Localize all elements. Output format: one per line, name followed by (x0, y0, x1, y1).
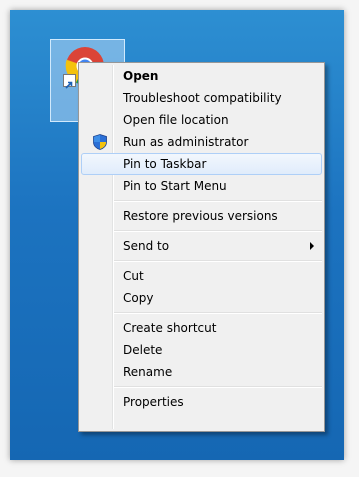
menu-item-label: Send to (123, 239, 170, 253)
desktop: Go Ch Open Troubleshoot compatibility Op… (10, 10, 344, 460)
menu-item-rename[interactable]: Rename (81, 361, 322, 383)
menu-item-copy[interactable]: Copy (81, 287, 322, 309)
menu-item-open-file-location[interactable]: Open file location (81, 109, 322, 131)
menu-item-label: Rename (123, 365, 173, 379)
menu-item-open[interactable]: Open (81, 65, 322, 87)
menu-item-restore-previous-versions[interactable]: Restore previous versions (81, 205, 322, 227)
menu-item-create-shortcut[interactable]: Create shortcut (81, 317, 322, 339)
menu-item-label: Pin to Taskbar (123, 157, 207, 171)
menu-item-troubleshoot-compatibility[interactable]: Troubleshoot compatibility (81, 87, 322, 109)
uac-shield-icon (93, 134, 107, 150)
menu-item-properties[interactable]: Properties (81, 391, 322, 413)
submenu-arrow-icon (310, 242, 314, 250)
menu-item-pin-to-start-menu[interactable]: Pin to Start Menu (81, 175, 322, 197)
context-menu: Open Troubleshoot compatibility Open fil… (78, 62, 325, 432)
menu-item-label: Copy (123, 291, 154, 305)
menu-separator (114, 312, 322, 314)
menu-item-label: Restore previous versions (123, 209, 278, 223)
menu-item-delete[interactable]: Delete (81, 339, 322, 361)
menu-separator (114, 200, 322, 202)
menu-separator (114, 260, 322, 262)
menu-item-label: Pin to Start Menu (123, 179, 227, 193)
menu-item-run-as-administrator[interactable]: Run as administrator (81, 131, 322, 153)
menu-item-cut[interactable]: Cut (81, 265, 322, 287)
menu-item-label: Delete (123, 343, 163, 357)
shortcut-arrow-icon (63, 74, 76, 89)
menu-item-label: Run as administrator (123, 135, 249, 149)
menu-item-label: Cut (123, 269, 144, 283)
menu-item-label: Open (123, 69, 159, 83)
menu-item-label: Properties (123, 395, 184, 409)
menu-item-label: Create shortcut (123, 321, 217, 335)
menu-separator (114, 386, 322, 388)
menu-item-send-to[interactable]: Send to (81, 235, 322, 257)
menu-item-label: Open file location (123, 113, 229, 127)
menu-item-pin-to-taskbar[interactable]: Pin to Taskbar (81, 153, 322, 175)
menu-separator (114, 230, 322, 232)
menu-item-label: Troubleshoot compatibility (123, 91, 282, 105)
